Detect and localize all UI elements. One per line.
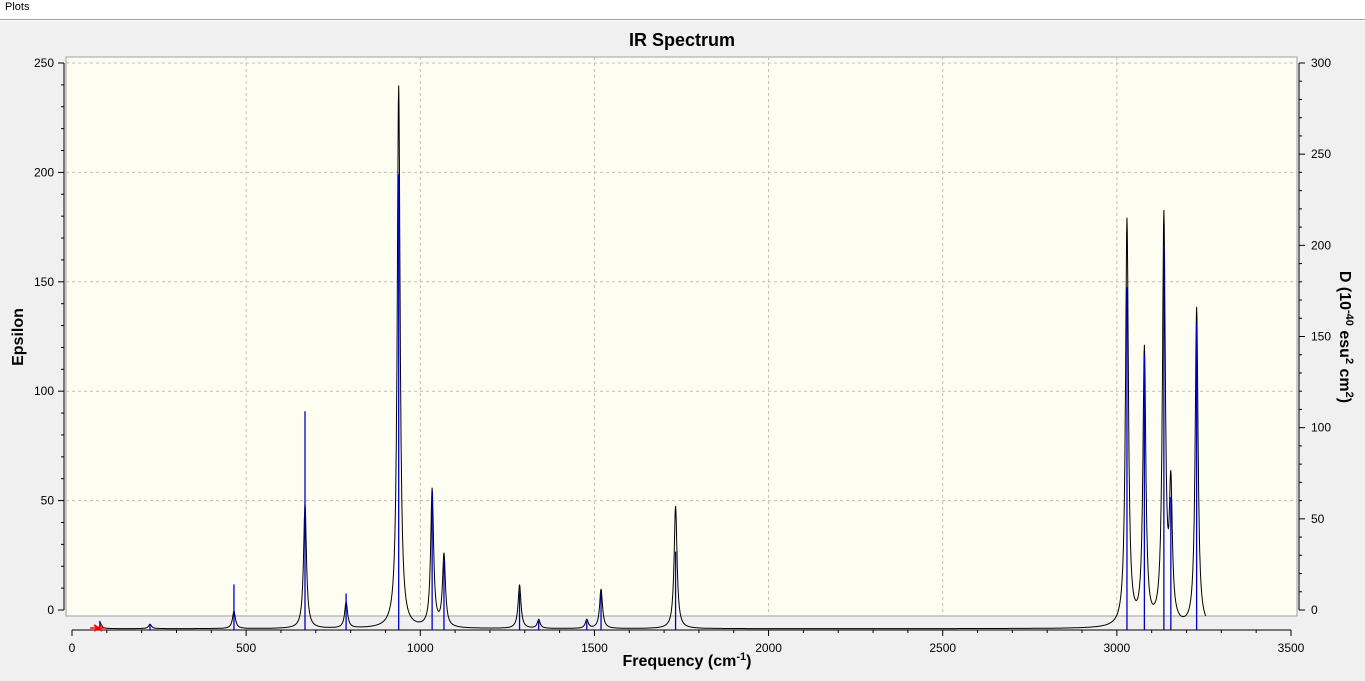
x-tick-label: 2000	[755, 641, 782, 655]
y-tick-label: 200	[34, 165, 54, 179]
y2-axis-label: D (10-40 esu2 cm2)	[1336, 271, 1355, 403]
x-tick-label: 3500	[1278, 641, 1305, 655]
x-axis-label: Frequency (cm-1)	[623, 651, 752, 670]
y2-tick-label: 0	[1311, 603, 1318, 617]
y2-tick-label: 300	[1311, 56, 1331, 70]
x-tick-label: 2500	[929, 641, 956, 655]
x-tick-label: 3000	[1104, 641, 1131, 655]
x-tick-label: 500	[236, 641, 256, 655]
y2-tick-label: 50	[1311, 512, 1325, 526]
y2-tick-label: 200	[1311, 238, 1331, 252]
window-tab-bar: Plots	[0, 0, 1365, 20]
y-tick-label: 0	[47, 603, 54, 617]
ir-spectrum-chart: 0 500 1000 1500 2000 2500 3000 3500050100150200…	[10, 30, 1355, 670]
y-tick-label: 100	[34, 384, 54, 398]
x-tick-label: 0	[69, 641, 76, 655]
y-tick-label: 250	[34, 56, 54, 70]
tab-plots[interactable]: Plots	[5, 1, 29, 13]
y-tick-label: 150	[34, 275, 54, 289]
y2-tick-label: 100	[1311, 421, 1331, 435]
plot-panel: 0 500 1000 1500 2000 2500 3000 3500 0 50 100 150 200…	[0, 20, 1365, 676]
y2-tick-label: 250	[1311, 147, 1331, 161]
y2-tick-label: 150	[1311, 330, 1331, 344]
x-tick-label: 1000	[407, 641, 434, 655]
x-tick-label: 1500	[581, 641, 608, 655]
y-tick-label: 50	[41, 494, 55, 508]
plot-area	[65, 56, 1298, 617]
chart-title: IR Spectrum	[629, 30, 735, 50]
y-axis-label: Epsilon	[10, 308, 27, 366]
